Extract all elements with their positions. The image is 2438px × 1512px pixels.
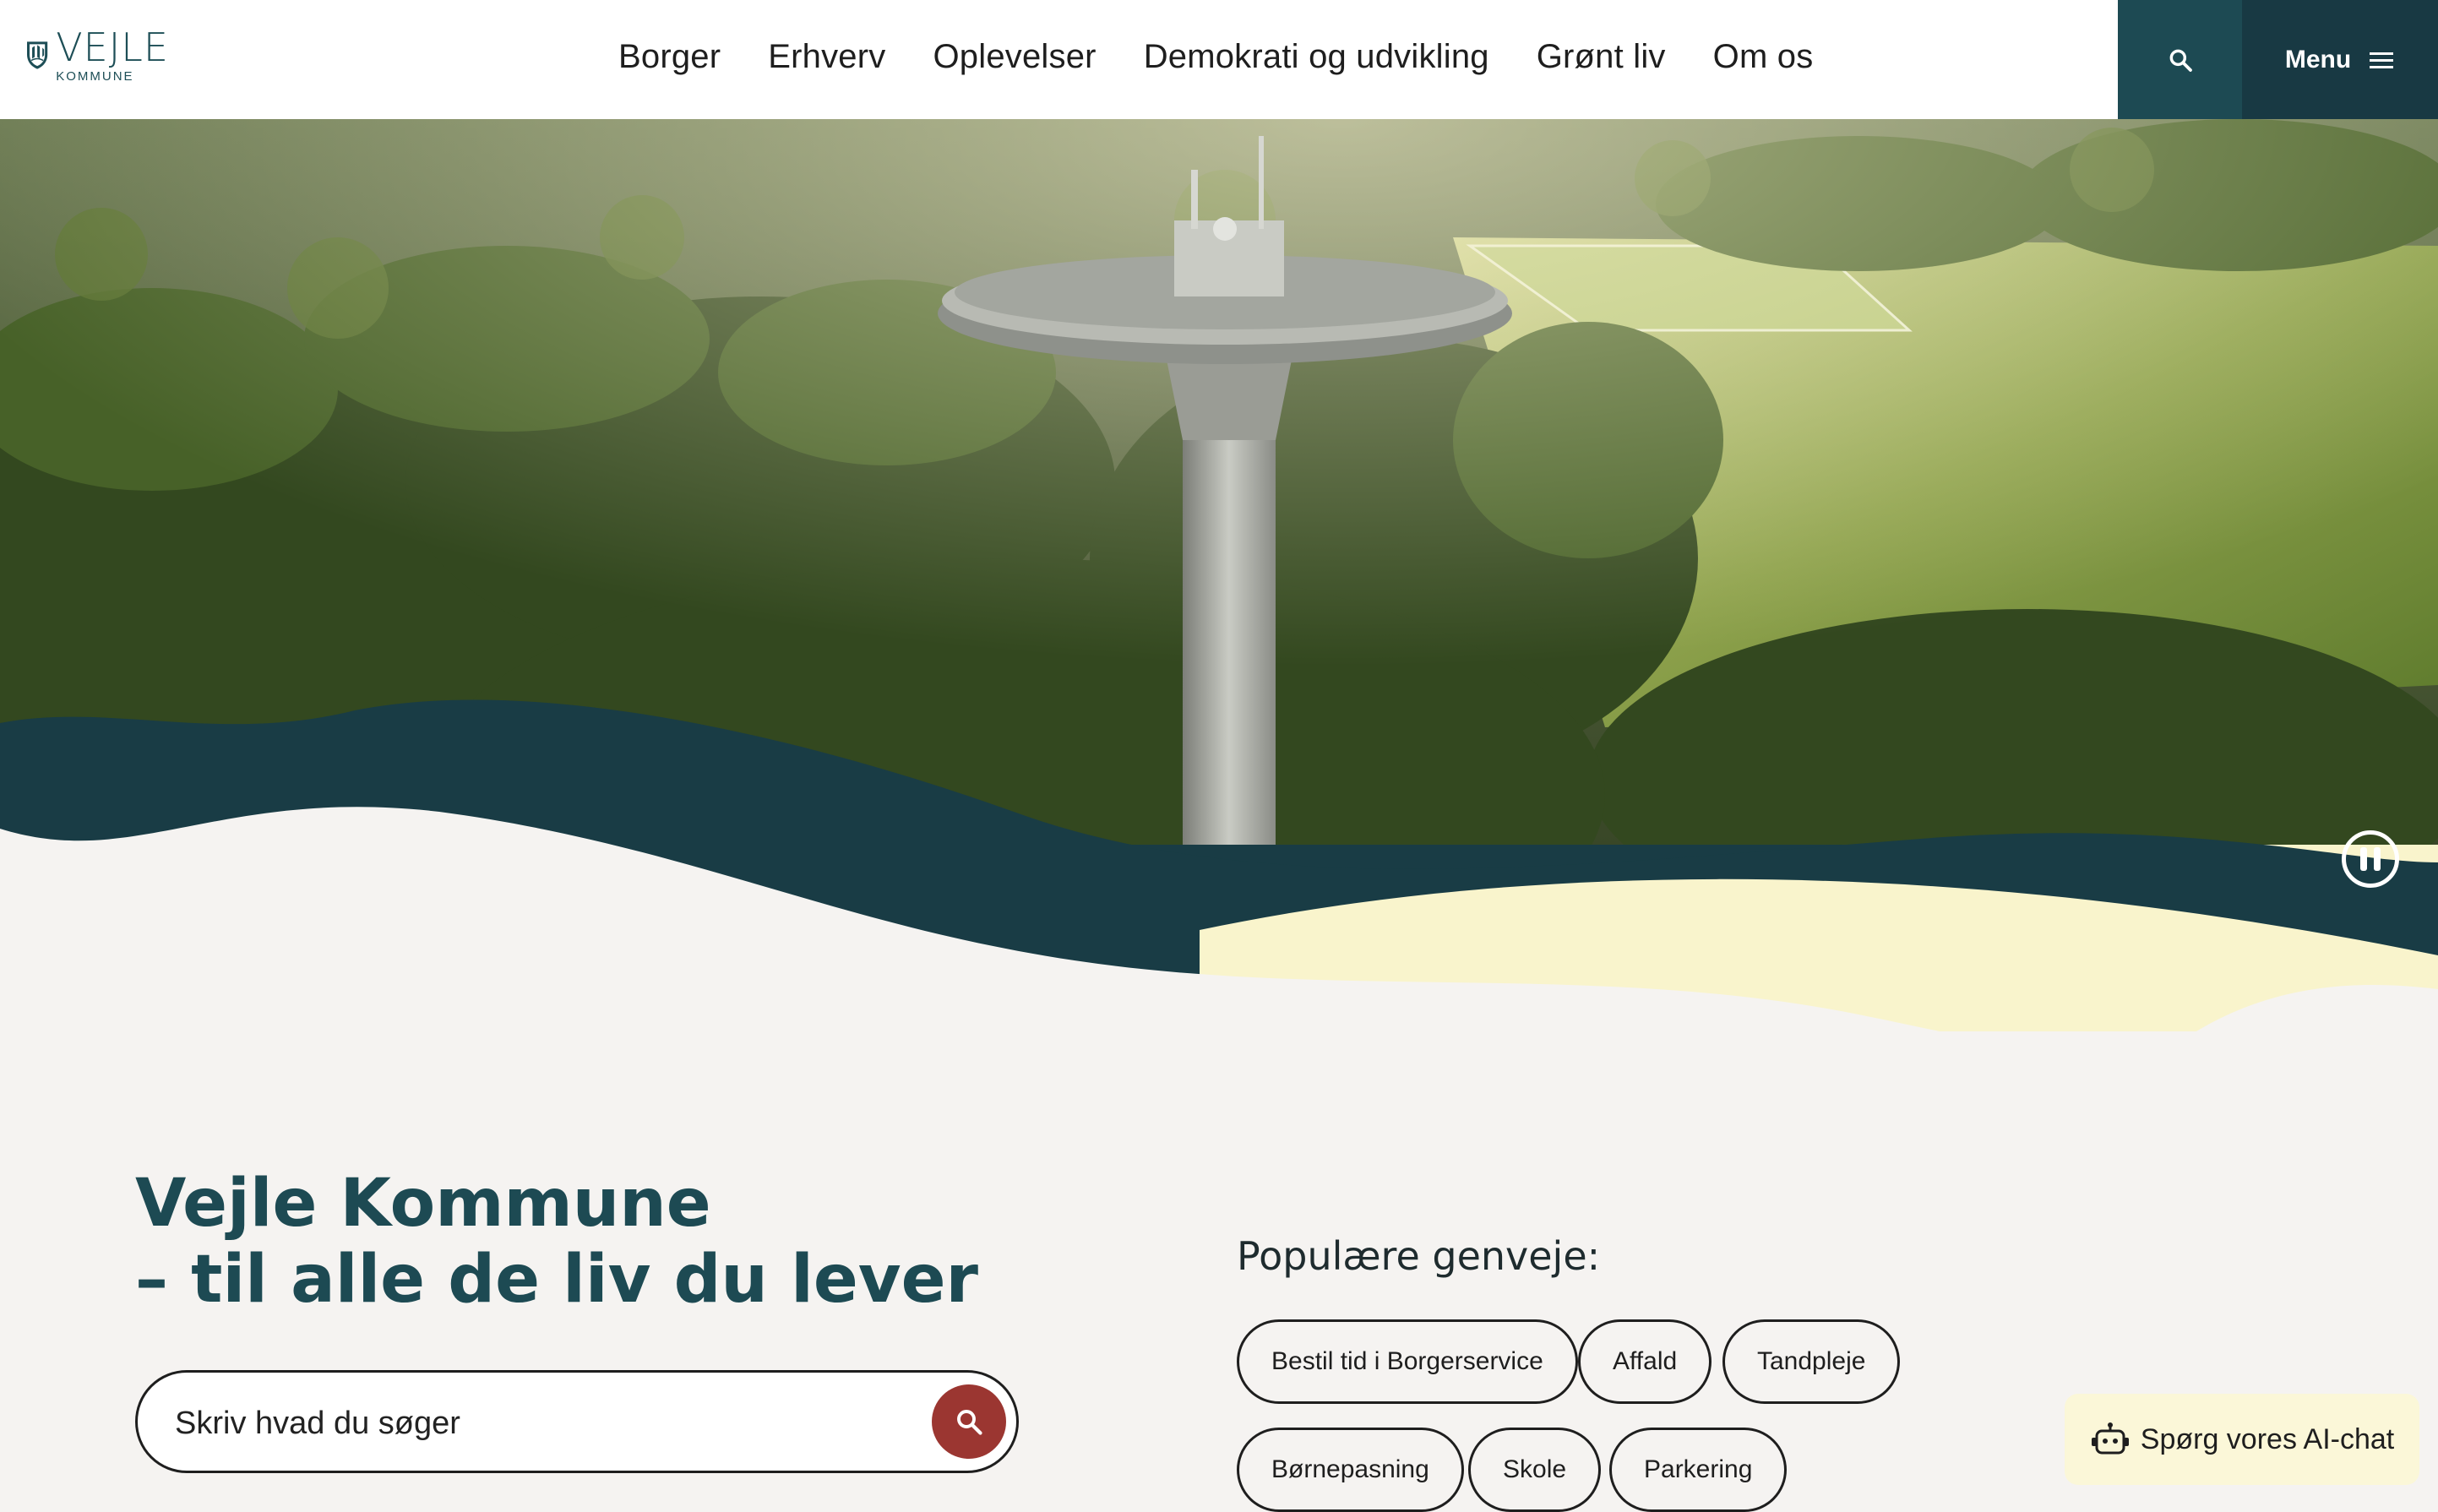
menu-label: Menu [2284, 45, 2352, 73]
nav-borger[interactable]: Borger [618, 38, 721, 76]
shortcut-parkering[interactable]: Parkering [1609, 1428, 1788, 1512]
page-title: Vejle Kommune – til alle de liv du lever [135, 1166, 978, 1318]
header-search-button[interactable] [2118, 0, 2242, 119]
popular-shortcuts-title: Populære genveje: [1237, 1233, 1601, 1279]
shortcut-tandpleje[interactable]: Tandpleje [1722, 1319, 1901, 1404]
hero-video [0, 119, 2438, 1031]
nav-oplevelser[interactable]: Oplevelser [933, 38, 1096, 76]
nav-erhverv[interactable]: Erhverv [768, 38, 885, 76]
logo-text: VEJLE KOMMUNE [56, 28, 169, 83]
search-submit-button[interactable] [932, 1384, 1006, 1459]
hamburger-icon [2370, 52, 2394, 68]
nav-demokrati[interactable]: Demokrati og udvikling [1144, 38, 1489, 76]
nav-om-os[interactable]: Om os [1713, 38, 1814, 76]
decorative-waves [0, 699, 2438, 1031]
ai-chat-button[interactable]: Spørg vores AI-chat [2065, 1394, 2419, 1485]
pause-icon [2360, 847, 2367, 871]
vejle-logo[interactable]: VEJLE KOMMUNE [25, 25, 169, 84]
shortcut-boernepasning[interactable]: Børnepasning [1237, 1428, 1464, 1512]
site-search [135, 1370, 1019, 1473]
logo-sub: KOMMUNE [56, 68, 134, 84]
site-header: VEJLE KOMMUNE Borger Erhverv Oplevelser … [0, 0, 2438, 119]
main-nav: Borger Erhverv Oplevelser Demokrati og u… [618, 0, 1813, 114]
menu-button[interactable]: Menu [2242, 0, 2438, 119]
search-icon [2169, 49, 2192, 72]
shortcut-bestil-tid[interactable]: Bestil tid i Borgerservice [1237, 1319, 1578, 1404]
shortcut-affald[interactable]: Affald [1578, 1319, 1712, 1404]
shortcut-skole[interactable]: Skole [1468, 1428, 1602, 1512]
search-input[interactable] [173, 1396, 852, 1450]
title-line-1: Vejle Kommune [135, 1166, 711, 1242]
pause-video-button[interactable] [2342, 830, 2399, 888]
title-line-2: – til alle de liv du lever [135, 1242, 978, 1318]
ai-chat-label: Spørg vores AI-chat [2140, 1422, 2395, 1455]
robot-icon [2091, 1422, 2129, 1455]
nav-groent-liv[interactable]: Grønt liv [1537, 38, 1666, 76]
logo-word: VEJLE [56, 24, 169, 70]
search-icon [957, 1410, 982, 1435]
crest-icon [27, 41, 48, 69]
